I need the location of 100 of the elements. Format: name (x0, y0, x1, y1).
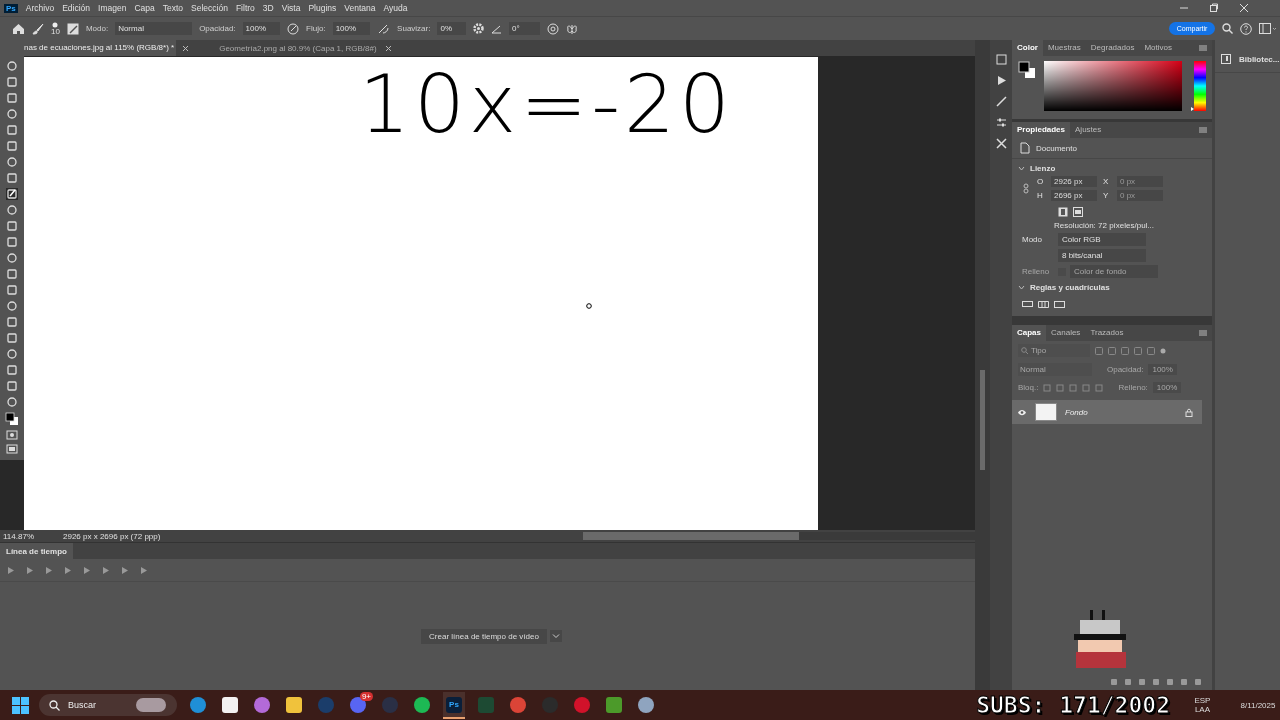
angle-field[interactable]: 0° (509, 22, 540, 35)
hue-slider[interactable] (1194, 61, 1206, 111)
panel-tab[interactable]: Color (1012, 40, 1043, 56)
opacity-field[interactable]: 100% (242, 22, 281, 35)
bit-depth-dropdown[interactable]: 8 bits/canal (1058, 249, 1146, 262)
color-field[interactable] (1043, 61, 1183, 111)
menu-item[interactable]: Selección (191, 3, 228, 13)
color-mode-dropdown[interactable]: Color RGB (1058, 233, 1146, 246)
timeline-tab[interactable]: Línea de tiempo (0, 543, 73, 559)
app-logo[interactable]: Ps (4, 3, 18, 13)
play-icon[interactable] (995, 75, 1007, 86)
screen-mode-icon[interactable] (6, 444, 18, 454)
home-icon[interactable] (12, 22, 25, 35)
layer-filter-field[interactable]: Tipo (1018, 344, 1090, 357)
landscape-icon[interactable] (1073, 207, 1083, 217)
height-field[interactable]: 2696 px (1051, 190, 1097, 201)
libraries-label[interactable]: Bibliotec... (1239, 54, 1280, 64)
menu-item[interactable]: Capa (134, 3, 155, 13)
brush-panel-icon[interactable] (66, 22, 79, 35)
panel-tab[interactable]: Canales (1046, 325, 1086, 341)
brush-icon[interactable] (32, 22, 44, 35)
layer-search-input[interactable]: Tipo (1031, 346, 1081, 355)
menu-item[interactable]: Imagen (98, 3, 127, 13)
libraries-panel-tab[interactable]: Bibliotec... (1215, 40, 1280, 73)
lock-icon[interactable] (1185, 407, 1193, 417)
dropdown-caret-icon[interactable] (549, 630, 562, 642)
mode-dropdown[interactable]: Normal (115, 22, 193, 35)
quick-mask-icon[interactable] (6, 430, 18, 440)
zoom-level[interactable]: 114.87% (0, 531, 63, 541)
layer-row[interactable]: Fondo (1012, 400, 1202, 424)
pressure-opacity-icon[interactable] (287, 22, 300, 35)
tools-icon[interactable] (995, 138, 1007, 149)
search-icon[interactable] (1222, 23, 1234, 34)
document-tab[interactable]: Geometría2.png al 80.9% (Capa 1, RGB/8#) (195, 43, 379, 53)
menu-item[interactable]: Plugins (308, 3, 337, 13)
panel-tab[interactable]: Propiedades (1012, 122, 1070, 138)
fg-bg-color-icon[interactable] (1018, 61, 1036, 79)
search-highlight-picture[interactable] (136, 698, 166, 712)
width-field[interactable]: 2926 px (1051, 176, 1097, 187)
collapse-caret-icon[interactable] (1018, 285, 1025, 290)
menu-item[interactable]: Edición (62, 3, 91, 13)
search-input[interactable]: Buscar (66, 699, 130, 711)
section-title[interactable]: Reglas y cuadrículas (1030, 283, 1110, 292)
menu-item[interactable]: 3D (262, 3, 274, 13)
document-tab[interactable]: nas de ecuaciones.jpg al 115% (RGB/8*) * (0, 40, 177, 56)
filter-toggle-icon[interactable] (1160, 347, 1166, 354)
taskbar-app[interactable]: Ps (443, 691, 465, 719)
menu-item[interactable]: Archivo (25, 3, 55, 13)
fill-dropdown[interactable]: Color de fondo (1070, 265, 1158, 278)
airbrush-icon[interactable] (377, 22, 391, 35)
brush-size[interactable]: 10 (51, 27, 60, 36)
horizontal-scrollbar[interactable] (583, 532, 975, 540)
collapse-caret-icon[interactable] (1018, 166, 1025, 171)
menu-item[interactable]: Vista (281, 3, 301, 13)
brush-tool-icon[interactable] (6, 188, 18, 200)
language-indicator[interactable]: ESP (1194, 696, 1211, 705)
y-field[interactable]: 0 px (1117, 190, 1163, 201)
start-icon[interactable] (12, 696, 29, 714)
hue-slider-thumb[interactable] (1191, 107, 1195, 111)
panel-tab[interactable]: Motivos (1139, 40, 1177, 56)
workspace-icon[interactable] (1259, 23, 1278, 34)
flow-field[interactable]: 100% (332, 22, 371, 35)
blend-mode-dropdown[interactable]: Normal (1018, 363, 1092, 376)
help-icon[interactable] (1240, 22, 1253, 35)
opacity-field[interactable]: 100% (1148, 364, 1177, 375)
close-icon[interactable] (384, 44, 392, 52)
layer-name[interactable]: Fondo (1065, 407, 1088, 417)
vertical-scrollbar[interactable] (980, 370, 985, 470)
symmetry-icon[interactable] (565, 22, 578, 35)
x-field[interactable]: 0 px (1117, 176, 1163, 187)
menu-item[interactable]: Ventana (344, 3, 376, 13)
link-icon[interactable] (1023, 183, 1029, 194)
eye-icon[interactable] (1017, 408, 1027, 416)
history-icon[interactable] (995, 54, 1007, 65)
menu-item[interactable]: Filtro (235, 3, 255, 13)
x-label: X (1103, 177, 1110, 186)
panel-tab[interactable]: Capas (1012, 325, 1046, 341)
keyboard-layout[interactable]: LAA (1194, 705, 1210, 714)
section-title[interactable]: Lienzo (1030, 164, 1056, 173)
portrait-icon[interactable] (1058, 207, 1068, 217)
taskbar-search-field[interactable]: Buscar (39, 694, 177, 716)
smoothing-field[interactable]: 0% (437, 22, 467, 35)
color-swatches-icon[interactable] (5, 412, 19, 426)
grid-icon[interactable] (1038, 301, 1049, 308)
fill-field[interactable]: 100% (1152, 382, 1182, 393)
pressure-size-icon[interactable] (546, 22, 559, 35)
restore-icon[interactable] (1209, 3, 1220, 13)
menu-item[interactable]: Texto (162, 3, 184, 13)
panel-tab[interactable]: Ajustes (1070, 122, 1107, 138)
close-icon[interactable] (1239, 3, 1250, 13)
sliders-icon[interactable] (995, 117, 1007, 128)
date-text[interactable]: 8/11/2025 (1240, 700, 1276, 710)
brush-settings-icon[interactable] (995, 96, 1007, 107)
panel-tab[interactable]: Muestras (1042, 40, 1086, 56)
create-video-timeline-button[interactable]: Crear línea de tiempo de vídeo (421, 628, 547, 644)
close-icon[interactable] (182, 44, 190, 52)
brush-tip-icon[interactable] (52, 21, 59, 28)
panel-tab[interactable]: Degradados (1085, 40, 1140, 56)
panel-tab[interactable]: Trazados (1085, 325, 1129, 341)
menu-item[interactable]: Ayuda (383, 3, 408, 13)
